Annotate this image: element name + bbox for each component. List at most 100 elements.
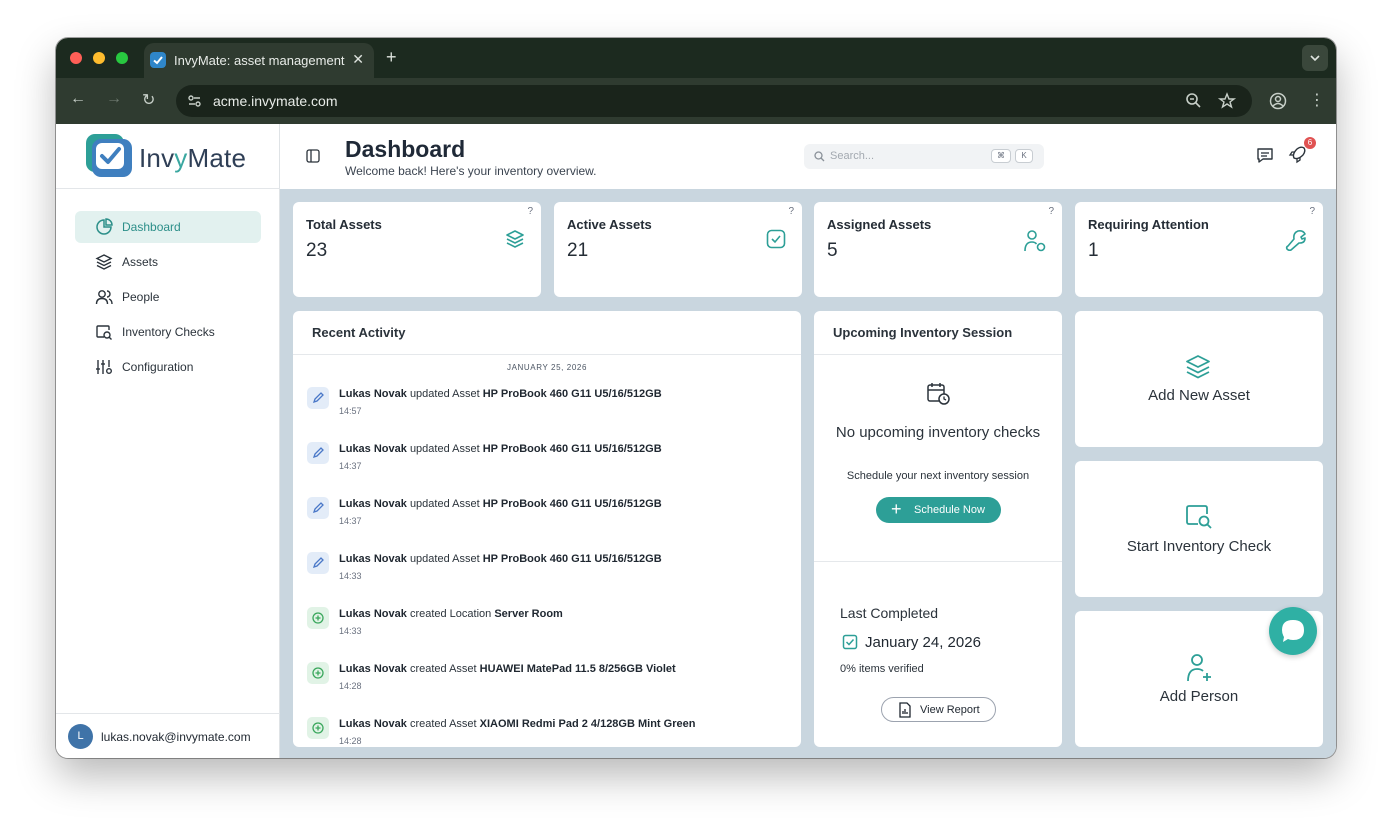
site-info-icon[interactable]: [185, 91, 205, 111]
layers-icon: [1186, 355, 1210, 379]
tab-strip: InvyMate: asset management ✕ +: [56, 38, 1336, 78]
activity-item[interactable]: Lukas Novak updated Asset HP ProBook 460…: [307, 383, 787, 427]
divider: [293, 354, 801, 355]
plus-circle-icon: [307, 662, 329, 684]
activity-text: Lukas Novak created Asset HUAWEI MatePad…: [339, 663, 676, 675]
add-person-icon: [1187, 654, 1211, 682]
activity-time: 14:33: [339, 626, 362, 636]
sidebar-item-inventory-checks[interactable]: Inventory Checks: [75, 316, 261, 348]
bookmark-star-icon[interactable]: [1217, 91, 1237, 111]
profile-icon[interactable]: [1268, 91, 1288, 111]
sidebar-item-dashboard[interactable]: Dashboard: [75, 211, 261, 243]
activity-item[interactable]: Lukas Novak created Location Server Room…: [307, 603, 787, 647]
stat-value: 23: [306, 240, 328, 261]
new-tab-button[interactable]: +: [386, 47, 397, 67]
zoom-icon[interactable]: [1184, 91, 1204, 111]
upcoming-session-panel: Upcoming Inventory Session No upcoming i…: [814, 311, 1062, 747]
wrench-icon: [1285, 230, 1306, 251]
plus-icon: +: [891, 499, 902, 519]
browser-tab[interactable]: InvyMate: asset management ✕: [144, 43, 374, 78]
check-square-icon: [766, 229, 786, 249]
help-icon[interactable]: ?: [1309, 206, 1315, 217]
action-label: Add New Asset: [1148, 387, 1250, 404]
activity-item[interactable]: Lukas Novak updated Asset HP ProBook 460…: [307, 493, 787, 537]
sidebar-toggle-icon[interactable]: [306, 149, 320, 163]
help-icon[interactable]: ?: [1048, 206, 1054, 217]
empty-state-subtitle: Schedule your next inventory session: [846, 470, 1030, 482]
activity-time: 14:33: [339, 571, 362, 581]
view-report-button[interactable]: View Report: [881, 697, 996, 722]
maximize-window-button[interactable]: [116, 52, 128, 64]
minimize-window-button[interactable]: [93, 52, 105, 64]
empty-state-title: No upcoming inventory checks: [835, 424, 1041, 441]
activity-time: 14:28: [339, 681, 362, 691]
avatar[interactable]: L: [68, 724, 93, 749]
page-header: Dashboard Welcome back! Here's your inve…: [280, 124, 1336, 189]
chat-support-button[interactable]: [1269, 607, 1317, 655]
user-profile[interactable]: L lukas.novak@invymate.com: [56, 713, 280, 758]
tab-title: InvyMate: asset management: [174, 53, 345, 68]
activity-text: Lukas Novak updated Asset HP ProBook 460…: [339, 443, 662, 455]
activity-item[interactable]: Lukas Novak updated Asset HP ProBook 460…: [307, 438, 787, 482]
inventory-check-icon: [1186, 505, 1212, 529]
search-placeholder: Search...: [830, 150, 875, 162]
stat-value: 1: [1088, 240, 1099, 261]
button-label: Schedule Now: [914, 504, 985, 516]
activity-time: 14:37: [339, 461, 362, 471]
recent-activity-panel: Recent Activity JANUARY 25, 2026 Lukas N…: [293, 311, 801, 747]
pencil-icon: [307, 442, 329, 464]
stat-title: Active Assets: [567, 217, 652, 232]
add-new-asset-card[interactable]: Add New Asset: [1075, 311, 1323, 447]
back-button[interactable]: ←: [70, 90, 86, 108]
reload-button[interactable]: ↻: [142, 90, 155, 110]
feedback-icon[interactable]: [1256, 146, 1274, 164]
pencil-icon: [307, 387, 329, 409]
shortcut-key: ⌘: [991, 149, 1011, 163]
stat-card-active-assets: Active Assets 21 ?: [554, 202, 802, 297]
activity-item[interactable]: Lukas Novak created Asset HUAWEI MatePad…: [307, 658, 787, 702]
activity-item[interactable]: Lukas Novak created Asset XIAOMI Redmi P…: [307, 713, 787, 747]
activity-time: 14:57: [339, 406, 362, 416]
calendar-clock-icon: [927, 383, 950, 405]
search-input[interactable]: Search... ⌘ K: [804, 144, 1044, 169]
report-file-icon: [899, 702, 911, 718]
activity-text: Lukas Novak created Asset XIAOMI Redmi P…: [339, 718, 696, 730]
stat-title: Assigned Assets: [827, 217, 932, 232]
logo-text: InvyMate: [139, 143, 247, 173]
layers-icon: [95, 254, 113, 270]
logo[interactable]: InvyMate: [56, 124, 280, 189]
sidebar: InvyMate Dashboard Assets People Invento…: [56, 124, 280, 758]
last-completed-date: January 24, 2026: [865, 634, 981, 651]
button-label: View Report: [920, 704, 980, 716]
users-icon: [95, 290, 113, 305]
url-text: acme.invymate.com: [213, 93, 338, 109]
user-email: lukas.novak@invymate.com: [101, 730, 251, 744]
panel-title: Upcoming Inventory Session: [833, 325, 1013, 340]
close-window-button[interactable]: [70, 52, 82, 64]
activity-item[interactable]: Lukas Novak updated Asset HP ProBook 460…: [307, 548, 787, 592]
close-tab-icon[interactable]: ✕: [352, 51, 364, 68]
sidebar-item-label: Dashboard: [122, 220, 181, 234]
stat-card-assigned-assets: Assigned Assets 5 ?: [814, 202, 1062, 297]
sidebar-item-assets[interactable]: Assets: [75, 246, 261, 278]
check-square-icon: [842, 634, 858, 650]
date-separator: JANUARY 25, 2026: [506, 363, 587, 372]
start-inventory-check-card[interactable]: Start Inventory Check: [1075, 461, 1323, 597]
divider: [814, 354, 1062, 355]
sidebar-item-people[interactable]: People: [75, 281, 261, 313]
tab-search-button[interactable]: [1302, 45, 1328, 71]
search-icon: [814, 151, 825, 162]
verified-text: 0% items verified: [840, 663, 924, 675]
forward-button[interactable]: →: [106, 90, 122, 108]
user-assigned-icon: [1024, 230, 1046, 252]
rocket-icon[interactable]: [1288, 146, 1306, 164]
sidebar-item-label: People: [122, 290, 160, 304]
help-icon[interactable]: ?: [788, 206, 794, 217]
address-bar[interactable]: acme.invymate.com: [176, 85, 1252, 117]
sidebar-item-configuration[interactable]: Configuration: [75, 351, 261, 383]
activity-time: 14:37: [339, 516, 362, 526]
schedule-now-button[interactable]: + Schedule Now: [876, 497, 1001, 523]
stat-value: 5: [827, 240, 838, 261]
help-icon[interactable]: ?: [527, 206, 533, 217]
browser-menu-icon[interactable]: ⋮: [1309, 90, 1325, 110]
